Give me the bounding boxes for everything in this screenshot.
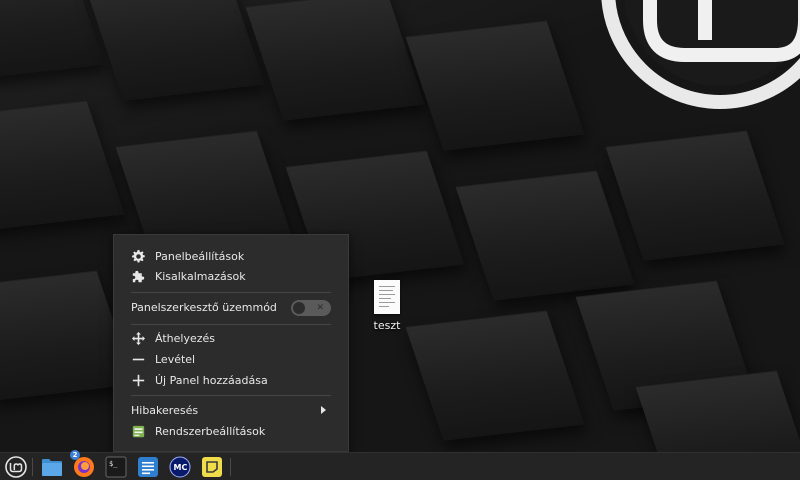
taskbar-sticky-notes[interactable]: [200, 455, 224, 479]
menu-item-add-panel[interactable]: Új Panel hozzáadása: [114, 370, 348, 390]
minus-icon: [131, 352, 145, 366]
wallpaper-tile: [0, 0, 105, 81]
menu-item-panel-edit-mode[interactable]: Panelszerkesztő üzemmód ✕: [114, 297, 348, 317]
menu-item-move[interactable]: Áthelyezés: [114, 328, 348, 348]
wallpaper-tile: [85, 0, 265, 101]
plus-icon: [131, 373, 145, 387]
system-settings-icon: [131, 424, 145, 438]
wallpaper-tile: [455, 170, 635, 301]
menu-separator: [131, 292, 331, 293]
desktop-file-label: teszt: [373, 319, 401, 332]
text-document-icon: [374, 280, 400, 314]
taskbar-terminal[interactable]: $_: [104, 455, 128, 479]
menu-separator: [131, 395, 331, 396]
submenu-arrow-icon: [321, 406, 326, 414]
menu-item-troubleshoot[interactable]: Hibakeresés: [114, 400, 348, 420]
linux-mint-logo: [601, 0, 800, 109]
move-arrows-icon: [131, 331, 145, 345]
menu-item-label: Új Panel hozzáadása: [155, 373, 268, 387]
file-manager-icon: [42, 459, 62, 476]
toggle-off-icon: ✕: [316, 303, 324, 313]
menu-item-system-settings[interactable]: Rendszerbeállítások: [114, 421, 348, 441]
firefox-notification-badge: 2: [70, 450, 80, 460]
menu-item-remove[interactable]: Levétel: [114, 349, 348, 369]
menu-item-label: Áthelyezés: [155, 331, 215, 345]
midnight-commander-icon: MC: [169, 456, 191, 478]
wallpaper-tile: [605, 130, 785, 261]
sticky-notes-icon: [202, 457, 222, 477]
taskbar-midnight-commander[interactable]: MC: [168, 455, 192, 479]
menu-item-label: Kisalkalmazások: [155, 269, 246, 283]
wallpaper-tile: [405, 310, 585, 441]
gear-icon: [131, 249, 145, 263]
desktop-file-teszt[interactable]: teszt: [365, 280, 409, 332]
menu-item-panel-settings[interactable]: Panelbeállítások: [114, 246, 348, 266]
svg-text:MC: MC: [174, 463, 188, 472]
linux-mint-menu-button[interactable]: [4, 455, 28, 479]
toggle-knob: [293, 302, 305, 314]
taskbar[interactable]: $_ MC: [0, 452, 800, 480]
menu-item-label: Levétel: [155, 352, 196, 366]
svg-text:$_: $_: [109, 460, 118, 468]
puzzle-icon: [131, 269, 145, 283]
wallpaper-tile: [0, 100, 125, 231]
menu-item-label: Panelszerkesztő üzemmód: [131, 300, 277, 314]
taskbar-file-manager[interactable]: [40, 455, 64, 479]
taskbar-text-editor[interactable]: [136, 455, 160, 479]
taskbar-divider: [230, 458, 231, 476]
panel-context-menu: Panelbeállítások Kisalkalmazások Panelsz…: [113, 234, 349, 452]
text-editor-icon: [138, 457, 158, 477]
terminal-icon: $_: [105, 456, 127, 478]
menu-separator: [131, 324, 331, 325]
menu-item-label: Hibakeresés: [131, 403, 199, 417]
edit-mode-toggle[interactable]: ✕: [291, 300, 331, 316]
menu-item-label: Rendszerbeállítások: [155, 424, 266, 438]
taskbar-divider: [32, 458, 33, 476]
menu-item-applets[interactable]: Kisalkalmazások: [114, 266, 348, 286]
linux-mint-menu-icon: [5, 456, 27, 478]
menu-item-label: Panelbeállítások: [155, 249, 245, 263]
wallpaper-tile: [405, 20, 585, 151]
wallpaper-tile: [245, 0, 425, 121]
